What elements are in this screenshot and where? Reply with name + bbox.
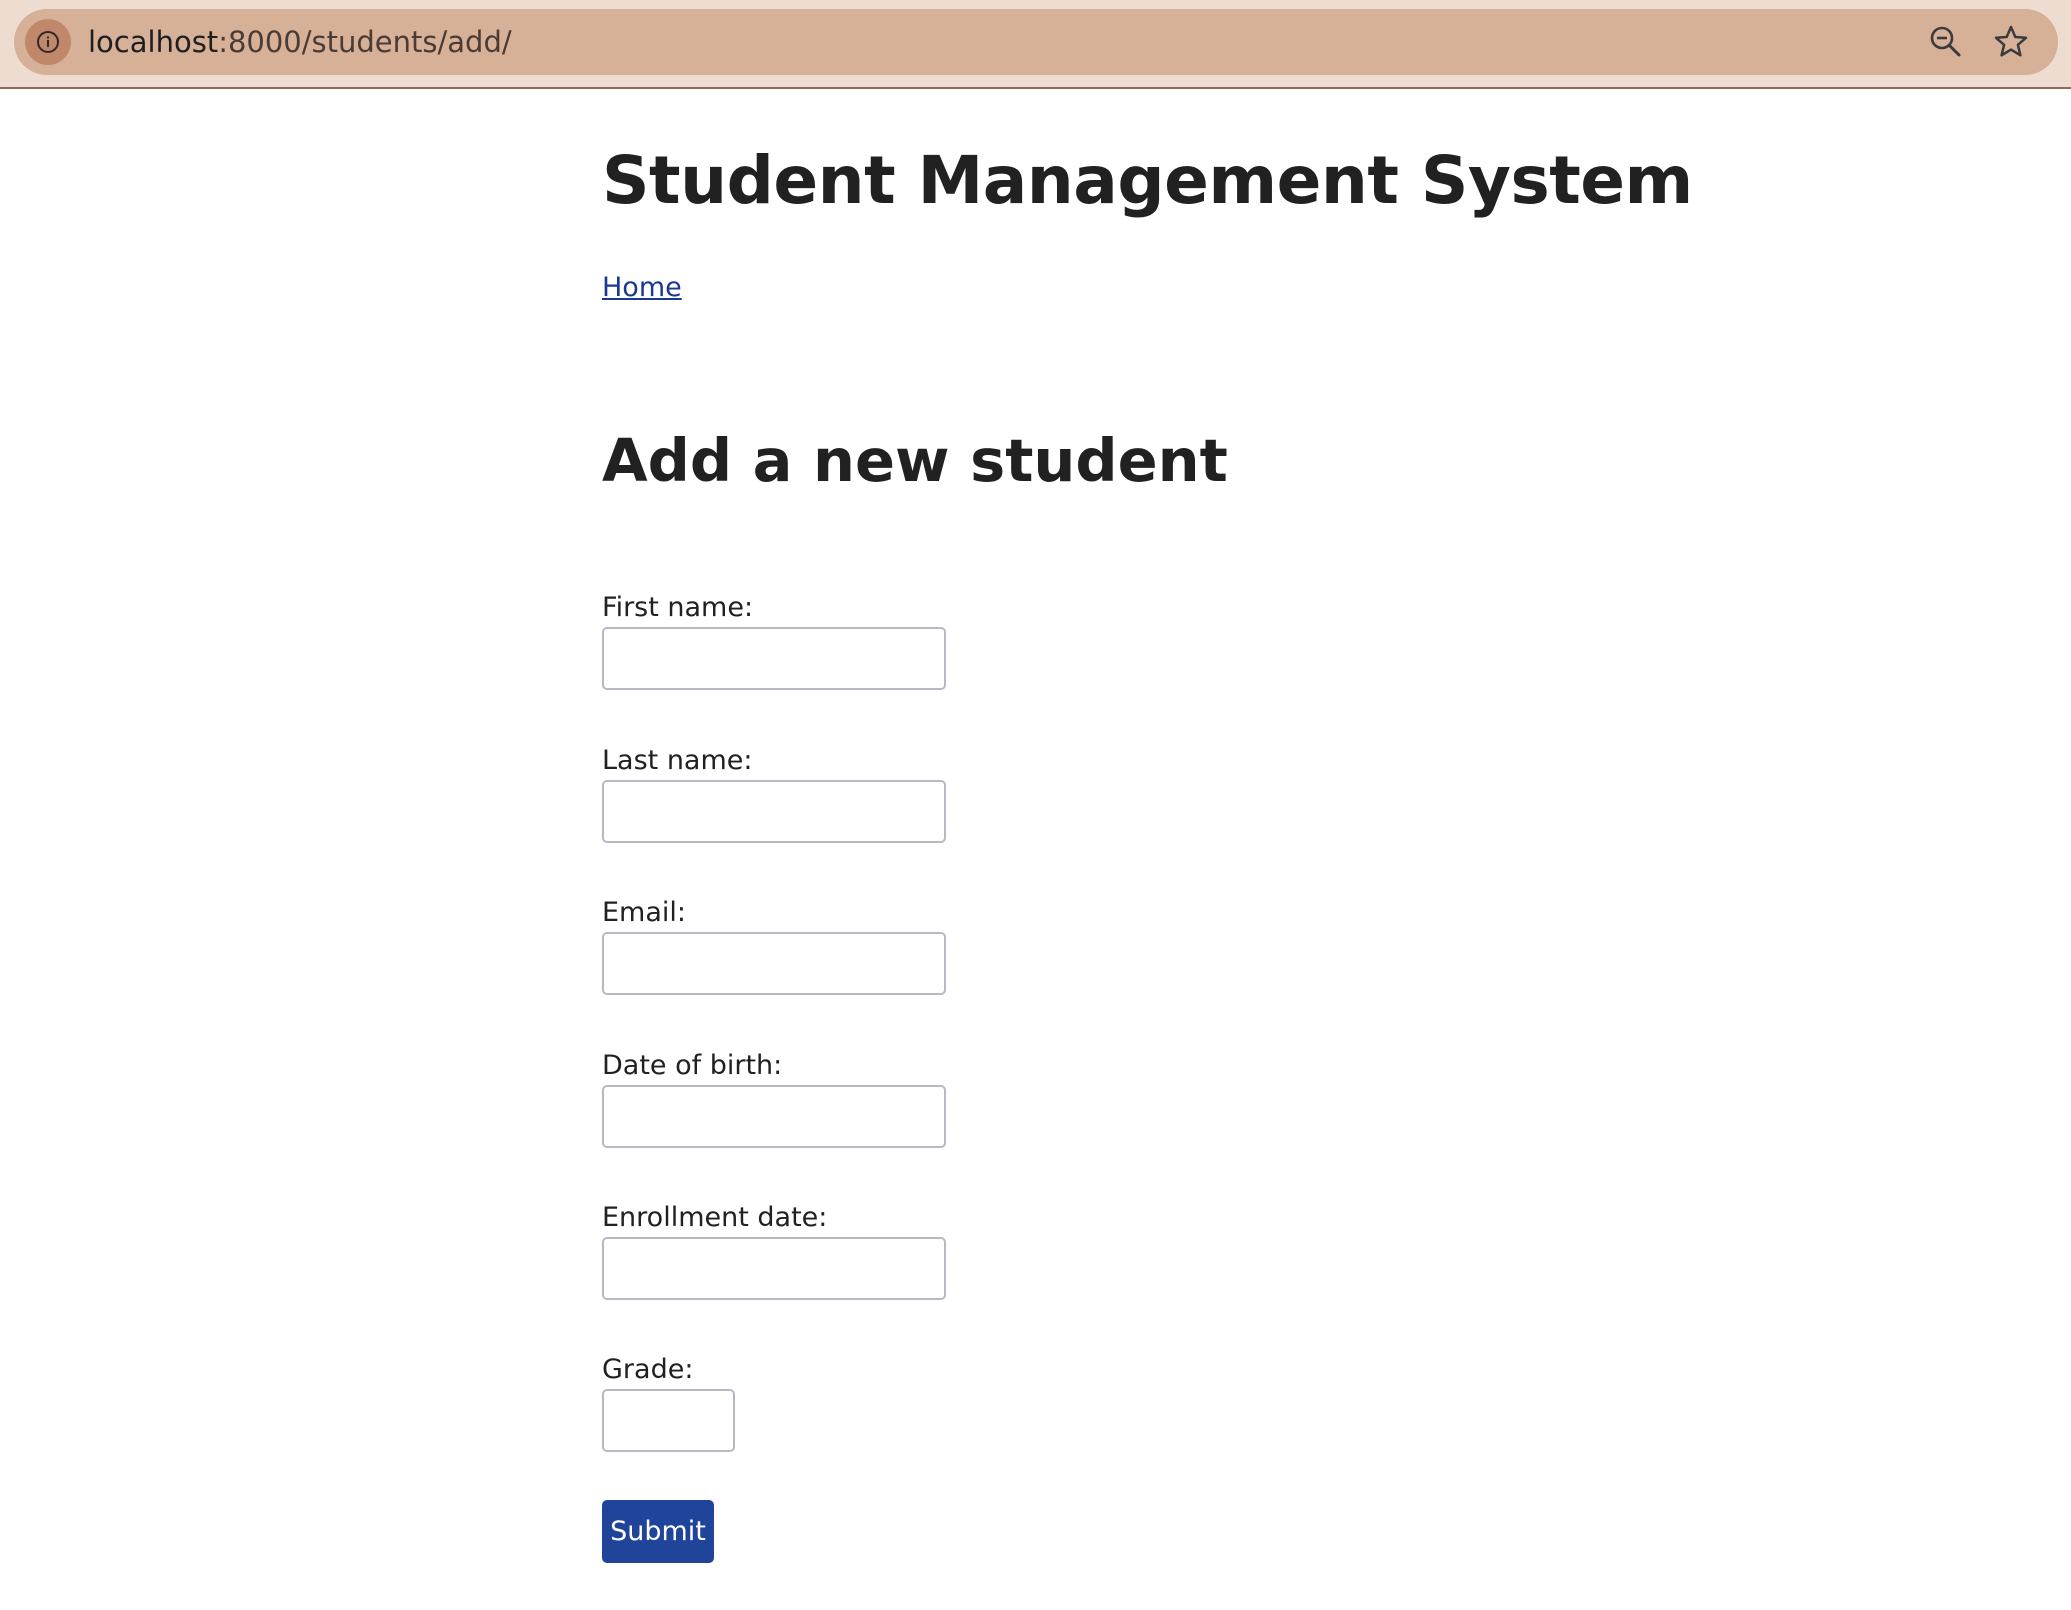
form-title: Add a new student [602,426,1228,495]
enrollment-date-input[interactable] [602,1237,946,1300]
email-input[interactable] [602,932,946,995]
zoom-out-icon[interactable] [1926,22,1966,62]
grade-input[interactable] [602,1389,735,1452]
star-icon[interactable] [1991,22,2031,62]
last-name-label: Last name: [602,745,753,776]
enrollment-date-label: Enrollment date: [602,1202,828,1233]
date-of-birth-input[interactable] [602,1085,946,1148]
first-name-label: First name: [602,592,754,623]
home-link[interactable]: Home [602,271,682,305]
url-path: :8000/students/add/ [218,25,512,59]
url-host: localhost [88,25,219,59]
site-info-button[interactable] [25,19,71,65]
date-of-birth-label: Date of birth: [602,1050,783,1081]
browser-toolbar: localhost:8000/students/add/ [0,0,2071,89]
email-label: Email: [602,897,687,928]
first-name-input[interactable] [602,627,946,690]
address-bar[interactable]: localhost:8000/students/add/ [14,9,2058,75]
site-title: Student Management System [602,142,1693,219]
grade-label: Grade: [602,1354,694,1385]
url-text[interactable]: localhost:8000/students/add/ [88,9,512,75]
last-name-input[interactable] [602,780,946,843]
info-icon [37,31,59,53]
submit-button[interactable]: Submit [602,1500,714,1563]
